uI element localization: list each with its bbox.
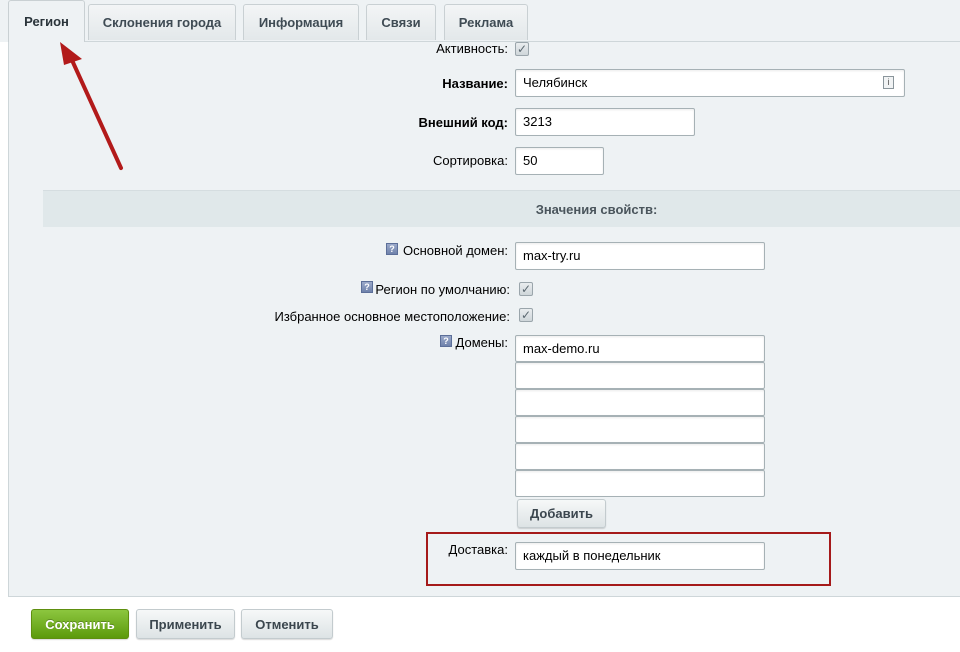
annotation-arrow-icon	[60, 42, 123, 170]
tab-region[interactable]: Регион	[8, 0, 85, 42]
tab-label: Регион	[24, 14, 69, 29]
